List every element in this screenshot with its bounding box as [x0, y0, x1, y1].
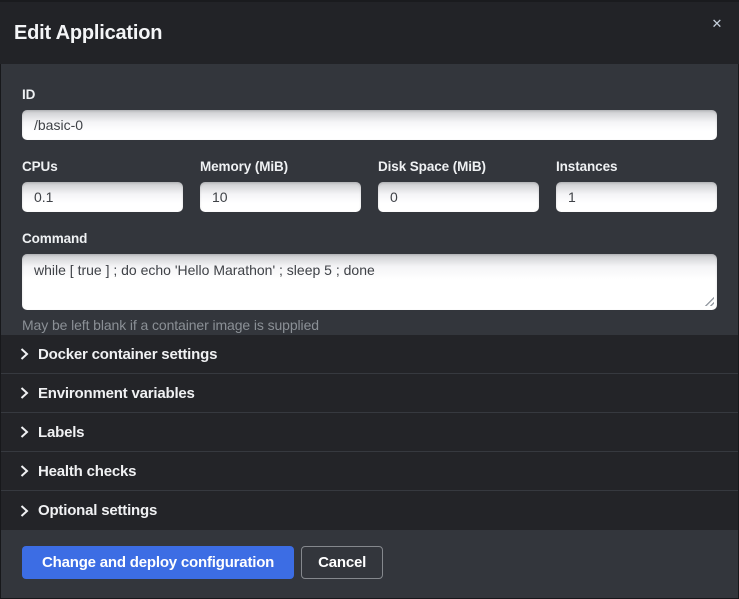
cpus-input[interactable] [22, 182, 183, 212]
id-input[interactable] [22, 110, 717, 140]
resource-field-row: CPUs Memory (MiB) Disk Space (MiB) Insta… [22, 159, 717, 212]
section-health-checks[interactable]: Health checks [0, 452, 739, 491]
section-labels[interactable]: Labels [0, 413, 739, 452]
cancel-button[interactable]: Cancel [301, 546, 383, 579]
modal-header: Edit Application ✕ [0, 0, 739, 64]
section-label: Optional settings [38, 502, 157, 519]
modal-footer: Change and deploy configuration Cancel [0, 530, 739, 599]
id-field-group: ID [22, 87, 717, 140]
memory-field-group: Memory (MiB) [200, 159, 361, 212]
instances-input[interactable] [556, 182, 717, 212]
disk-space-input[interactable] [378, 182, 539, 212]
instances-field-group: Instances [556, 159, 717, 212]
page-title: Edit Application [14, 22, 162, 45]
disk-space-label: Disk Space (MiB) [378, 159, 539, 174]
cpus-label: CPUs [22, 159, 183, 174]
command-field-group: Command while [ true ] ; do echo 'Hello … [22, 231, 717, 333]
instances-label: Instances [556, 159, 717, 174]
command-label: Command [22, 231, 717, 246]
section-label: Environment variables [38, 385, 195, 402]
change-and-deploy-button[interactable]: Change and deploy configuration [22, 546, 294, 579]
chevron-right-icon [20, 426, 29, 438]
command-help-text: May be left blank if a container image i… [22, 317, 717, 333]
section-optional-settings[interactable]: Optional settings [0, 491, 739, 530]
section-docker-container-settings[interactable]: Docker container settings [0, 335, 739, 374]
command-textarea-wrap: while [ true ] ; do echo 'Hello Marathon… [22, 254, 717, 310]
edit-application-modal: Edit Application ✕ ID CPUs Memory (MiB) … [0, 0, 739, 599]
section-label: Labels [38, 424, 84, 441]
command-textarea[interactable]: while [ true ] ; do echo 'Hello Marathon… [22, 254, 717, 310]
id-label: ID [22, 87, 717, 102]
disk-space-field-group: Disk Space (MiB) [378, 159, 539, 212]
cpus-field-group: CPUs [22, 159, 183, 212]
chevron-right-icon [20, 505, 29, 517]
section-label: Docker container settings [38, 346, 217, 363]
chevron-right-icon [20, 387, 29, 399]
chevron-right-icon [20, 348, 29, 360]
memory-input[interactable] [200, 182, 361, 212]
collapsible-sections: Docker container settings Environment va… [0, 335, 739, 530]
chevron-right-icon [20, 465, 29, 477]
close-icon[interactable]: ✕ [706, 14, 728, 36]
section-environment-variables[interactable]: Environment variables [0, 374, 739, 413]
memory-label: Memory (MiB) [200, 159, 361, 174]
form-area: ID CPUs Memory (MiB) Disk Space (MiB) In… [0, 64, 739, 335]
section-label: Health checks [38, 463, 136, 480]
